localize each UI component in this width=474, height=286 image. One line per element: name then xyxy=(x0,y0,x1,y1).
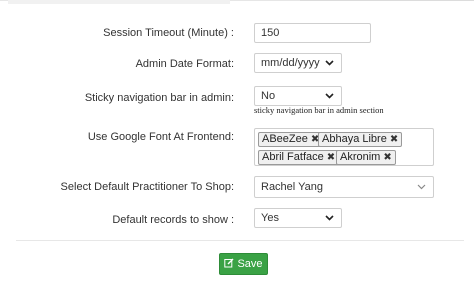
google-font-label: Use Google Font At Frontend: xyxy=(87,131,234,143)
sticky-nav-select[interactable]: No xyxy=(254,86,342,106)
save-button[interactable]: Save xyxy=(219,253,268,275)
default-practitioner-select[interactable]: Rachel Yang xyxy=(254,176,434,198)
session-timeout-label: Session Timeout (Minute) : xyxy=(103,27,234,39)
sticky-nav-value: No xyxy=(261,90,276,102)
google-font-multiselect[interactable]: ABeeZee ✖ Abhaya Libre ✖ Abril Fatface ✖ Ak… xyxy=(254,128,434,166)
font-tag[interactable]: ABeeZee ✖ xyxy=(258,132,324,147)
font-tag-label: ABeeZee xyxy=(262,133,308,145)
default-records-select[interactable]: Yes xyxy=(254,208,342,228)
chevron-down-icon xyxy=(323,90,335,102)
form-divider xyxy=(16,240,464,241)
chevron-down-icon xyxy=(415,181,427,193)
chevron-down-icon xyxy=(323,57,335,69)
chevron-down-icon xyxy=(323,212,335,224)
default-practitioner-label: Select Default Practitioner To Shop: xyxy=(60,181,234,193)
font-tag[interactable]: Akronim ✖ xyxy=(336,150,396,165)
tab-edge xyxy=(8,0,230,4)
default-records-label: Default records to show : xyxy=(112,214,234,226)
edit-icon xyxy=(224,258,234,271)
close-icon[interactable]: ✖ xyxy=(383,152,391,163)
font-tag[interactable]: Abhaya Libre ✖ xyxy=(318,132,403,147)
tab-border xyxy=(300,0,474,1)
admin-date-format-select[interactable]: mm/dd/yyyy xyxy=(254,53,342,73)
admin-date-format-value: mm/dd/yyyy xyxy=(261,57,320,69)
sticky-nav-label: Sticky navigation bar in admin: xyxy=(84,92,234,104)
font-tag-label: Akronim xyxy=(340,151,381,163)
session-timeout-input[interactable]: 150 xyxy=(254,23,371,43)
sticky-nav-hint: sticky navigation bar in admin section xyxy=(254,105,384,115)
default-records-value: Yes xyxy=(261,212,279,224)
font-tag-label: Abhaya Libre xyxy=(322,133,387,145)
font-tag-label: Abril Fatface xyxy=(262,151,324,163)
admin-date-format-label: Admin Date Format: xyxy=(135,58,234,70)
close-icon[interactable]: ✖ xyxy=(390,134,398,145)
font-tag[interactable]: Abril Fatface ✖ xyxy=(258,150,340,165)
close-icon[interactable]: ✖ xyxy=(327,152,335,163)
save-button-label: Save xyxy=(237,258,263,270)
default-practitioner-value: Rachel Yang xyxy=(261,181,323,193)
